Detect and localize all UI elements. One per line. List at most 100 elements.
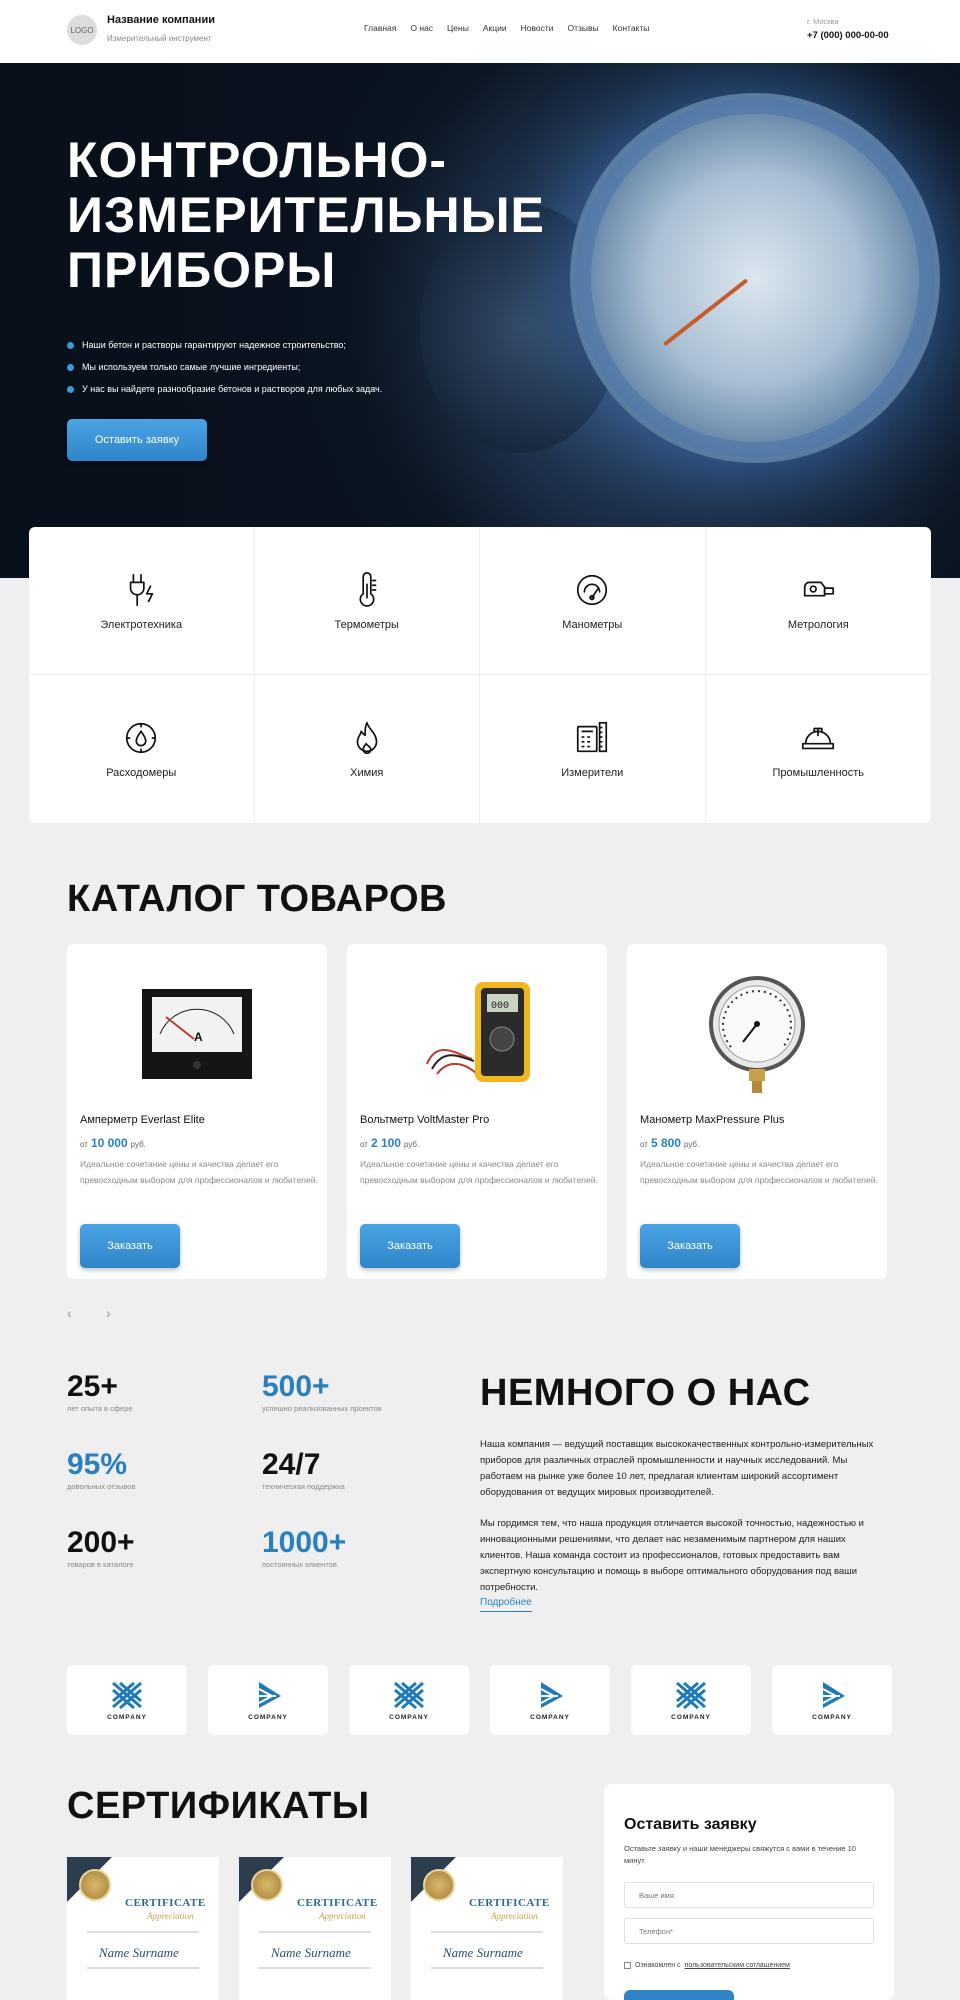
about-more-link[interactable]: Подробнее	[480, 1597, 532, 1612]
product-image-ammeter[interactable]: A	[67, 944, 327, 1124]
stat-label: техническая поддержка	[262, 1482, 345, 1491]
svg-text:000: 000	[491, 1001, 509, 1012]
certificates-title: СЕРТИФИКАТЫ	[67, 1785, 370, 1827]
phone-link[interactable]: +7 (000) 000-00-00	[807, 30, 889, 41]
consent-checkbox[interactable]	[624, 1962, 631, 1969]
stat-experience: 25+ лет опыта в сфере	[67, 1370, 133, 1413]
form-submit-button[interactable]	[624, 1990, 734, 2000]
category-electrical[interactable]: Электротехника	[29, 527, 255, 675]
stat-label: лет опыта в сфере	[67, 1404, 133, 1413]
stat-support: 24/7 техническая поддержка	[262, 1448, 345, 1491]
phone-field[interactable]: Телефон*	[624, 1918, 874, 1944]
partner-logo[interactable]: COMPANY	[67, 1665, 187, 1735]
award-seal-icon	[251, 1869, 283, 1901]
stat-value: 25+	[67, 1370, 118, 1403]
calculator-ruler-icon	[577, 721, 608, 753]
nav-home[interactable]: Главная	[364, 23, 396, 33]
product-name[interactable]: Амперметр Everlast Elite	[80, 1114, 205, 1126]
category-manometers[interactable]: Манометры	[480, 527, 706, 675]
partner-mark-icon	[540, 1681, 563, 1708]
carousel-next-arrow[interactable]: ›	[106, 1305, 111, 1321]
stat-catalog: 200+ товаров в каталоге	[67, 1526, 135, 1569]
product-description: Идеальное сочетание цены и качества дела…	[640, 1159, 878, 1185]
award-seal-icon	[423, 1869, 455, 1901]
hero-bullet: Наши бетон и растворы гарантируют надежн…	[67, 340, 382, 350]
partner-logo[interactable]: COMPANY	[490, 1665, 610, 1735]
company-name: Название компании	[107, 14, 215, 26]
bullet-dot-icon	[67, 341, 74, 349]
certificate-card[interactable]: CERTIFICATE Appreciation Name Surname	[239, 1857, 391, 2000]
stat-value: 500+	[262, 1370, 330, 1403]
catalog-title: КАТАЛОГ ТОВАРОВ	[67, 878, 447, 920]
site-header: LOGO Название компании Измерительный инс…	[0, 0, 960, 63]
about-title: НЕМНОГО О НАС	[480, 1372, 811, 1414]
hero-bullet: У нас вы найдете разнообразие бетонов и …	[67, 384, 382, 394]
category-metrology[interactable]: Метрология	[705, 527, 931, 675]
bullet-dot-icon	[67, 363, 74, 371]
stat-label: постоянных клиентов	[262, 1560, 337, 1569]
nav-about[interactable]: О нас	[410, 23, 433, 33]
form-title: Оставить заявку	[624, 1816, 757, 1833]
product-image-manometer[interactable]	[627, 944, 887, 1124]
category-flowmeters[interactable]: Расходомеры	[29, 675, 255, 823]
category-industry[interactable]: Промышленность	[706, 675, 932, 823]
partner-mark-icon	[112, 1681, 142, 1709]
stat-value: 200+	[67, 1526, 135, 1559]
stat-label: товаров в каталоге	[67, 1560, 134, 1569]
certificate-line	[259, 1967, 371, 1969]
partner-logo[interactable]: COMPANY	[208, 1665, 328, 1735]
about-paragraph: Наша компания — ведущий поставщик высоко…	[480, 1439, 874, 1498]
order-button[interactable]: Заказать	[640, 1224, 740, 1268]
stat-value: 95%	[67, 1448, 128, 1481]
hero-bullet: Мы используем только самые лучшие ингред…	[67, 362, 382, 372]
consent-row: Ознакомлен с пользовательским соглашение…	[624, 1962, 790, 1969]
tape-measure-icon	[804, 581, 835, 597]
nav-news[interactable]: Новости	[521, 23, 554, 33]
plug-lightning-icon	[129, 573, 154, 606]
stat-projects: 500+ успешно реализованных проектов	[262, 1370, 382, 1413]
product-price: от 2 100 руб.	[360, 1136, 420, 1150]
product-card: Манометр MaxPressure Plus от 5 800 руб. Ид…	[627, 944, 887, 1279]
award-seal-icon	[79, 1869, 111, 1901]
partner-logo[interactable]: COMPANY	[349, 1665, 469, 1735]
nav-promos[interactable]: Акции	[483, 23, 507, 33]
order-button[interactable]: Заказать	[360, 1224, 460, 1268]
agreement-link[interactable]: пользовательским соглашением	[685, 1962, 790, 1969]
product-description: Идеальное сочетание цены и качества дела…	[80, 1159, 318, 1185]
certificate-card[interactable]: CERTIFICATE Appreciation Name Surname	[67, 1857, 219, 2000]
category-thermometers[interactable]: Термометры	[254, 527, 480, 675]
hero-request-button[interactable]: Оставить заявку	[67, 419, 207, 461]
category-meters[interactable]: Измерители	[480, 675, 706, 823]
name-field[interactable]: Ваше имя:	[624, 1882, 874, 1908]
product-card: 000 Вольтметр VoltMaster Pro от 2 100 руб.…	[347, 944, 607, 1279]
certificate-line	[87, 1967, 199, 1969]
stat-reviews: 95% довольных отзывов	[67, 1448, 135, 1491]
thermometer-icon	[359, 571, 377, 607]
order-button[interactable]: Заказать	[80, 1224, 180, 1268]
product-image-voltmeter[interactable]: 000	[347, 944, 607, 1124]
logo[interactable]: LOGO	[67, 15, 97, 45]
certificate-line	[87, 1931, 199, 1933]
product-name[interactable]: Вольтметр VoltMaster Pro	[360, 1114, 489, 1126]
nav-prices[interactable]: Цены	[447, 23, 469, 33]
partner-logo[interactable]: COMPANY	[631, 1665, 751, 1735]
product-card: A Амперметр Everlast Elite от 10 000 руб. …	[67, 944, 327, 1279]
certificate-line	[259, 1931, 371, 1933]
category-chemistry[interactable]: Химия	[255, 675, 480, 823]
nav-contacts[interactable]: Контакты	[613, 23, 650, 33]
category-grid: Электротехника Термометры Манометры Метр…	[29, 527, 931, 823]
flame-icon	[356, 721, 378, 755]
partner-mark-icon	[394, 1681, 424, 1709]
hero-bullets: Наши бетон и растворы гарантируют надежн…	[67, 340, 382, 406]
certificate-card[interactable]: CERTIFICATE Appreciation Name Surname	[411, 1857, 563, 2000]
nav-reviews[interactable]: Отзывы	[568, 23, 599, 33]
stat-label: успешно реализованных проектов	[262, 1404, 382, 1413]
gauge-icon	[577, 574, 608, 605]
partner-mark-icon	[822, 1681, 845, 1708]
certificate-line	[431, 1967, 543, 1969]
product-name[interactable]: Манометр MaxPressure Plus	[640, 1114, 784, 1126]
carousel-prev-arrow[interactable]: ‹	[67, 1305, 72, 1321]
stat-label: довольных отзывов	[67, 1482, 136, 1491]
partner-logo[interactable]: COMPANY	[772, 1665, 892, 1735]
company-tagline: Измерительный инструмент	[107, 34, 212, 43]
